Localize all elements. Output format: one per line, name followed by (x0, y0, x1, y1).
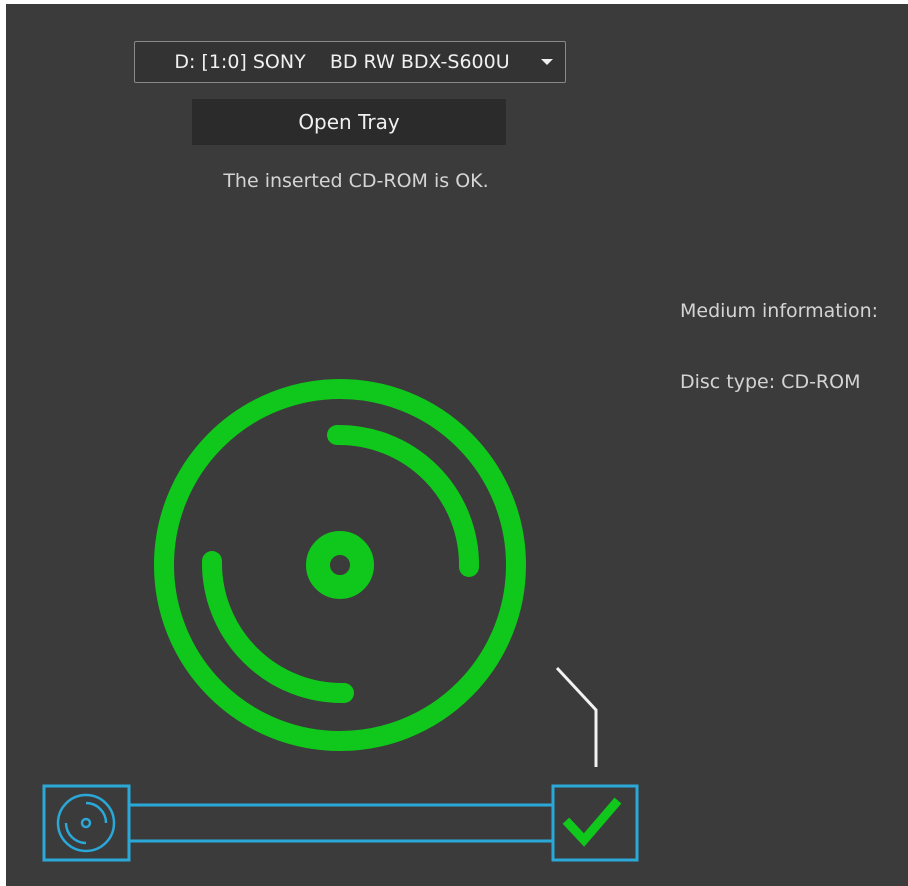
small-disc-icon-box (42, 784, 131, 862)
progress-bar (129, 803, 553, 843)
small-disc-icon (56, 793, 116, 853)
pointer-line (555, 666, 598, 767)
disc-hub (306, 531, 374, 599)
result-box (551, 784, 639, 862)
checkmark-icon (562, 797, 622, 847)
disc-check-illustration (42, 379, 639, 862)
app-window: D: [1:0] SONY BD RW BDX-S600U Open Tray … (6, 4, 908, 886)
large-disc-icon (154, 379, 526, 751)
